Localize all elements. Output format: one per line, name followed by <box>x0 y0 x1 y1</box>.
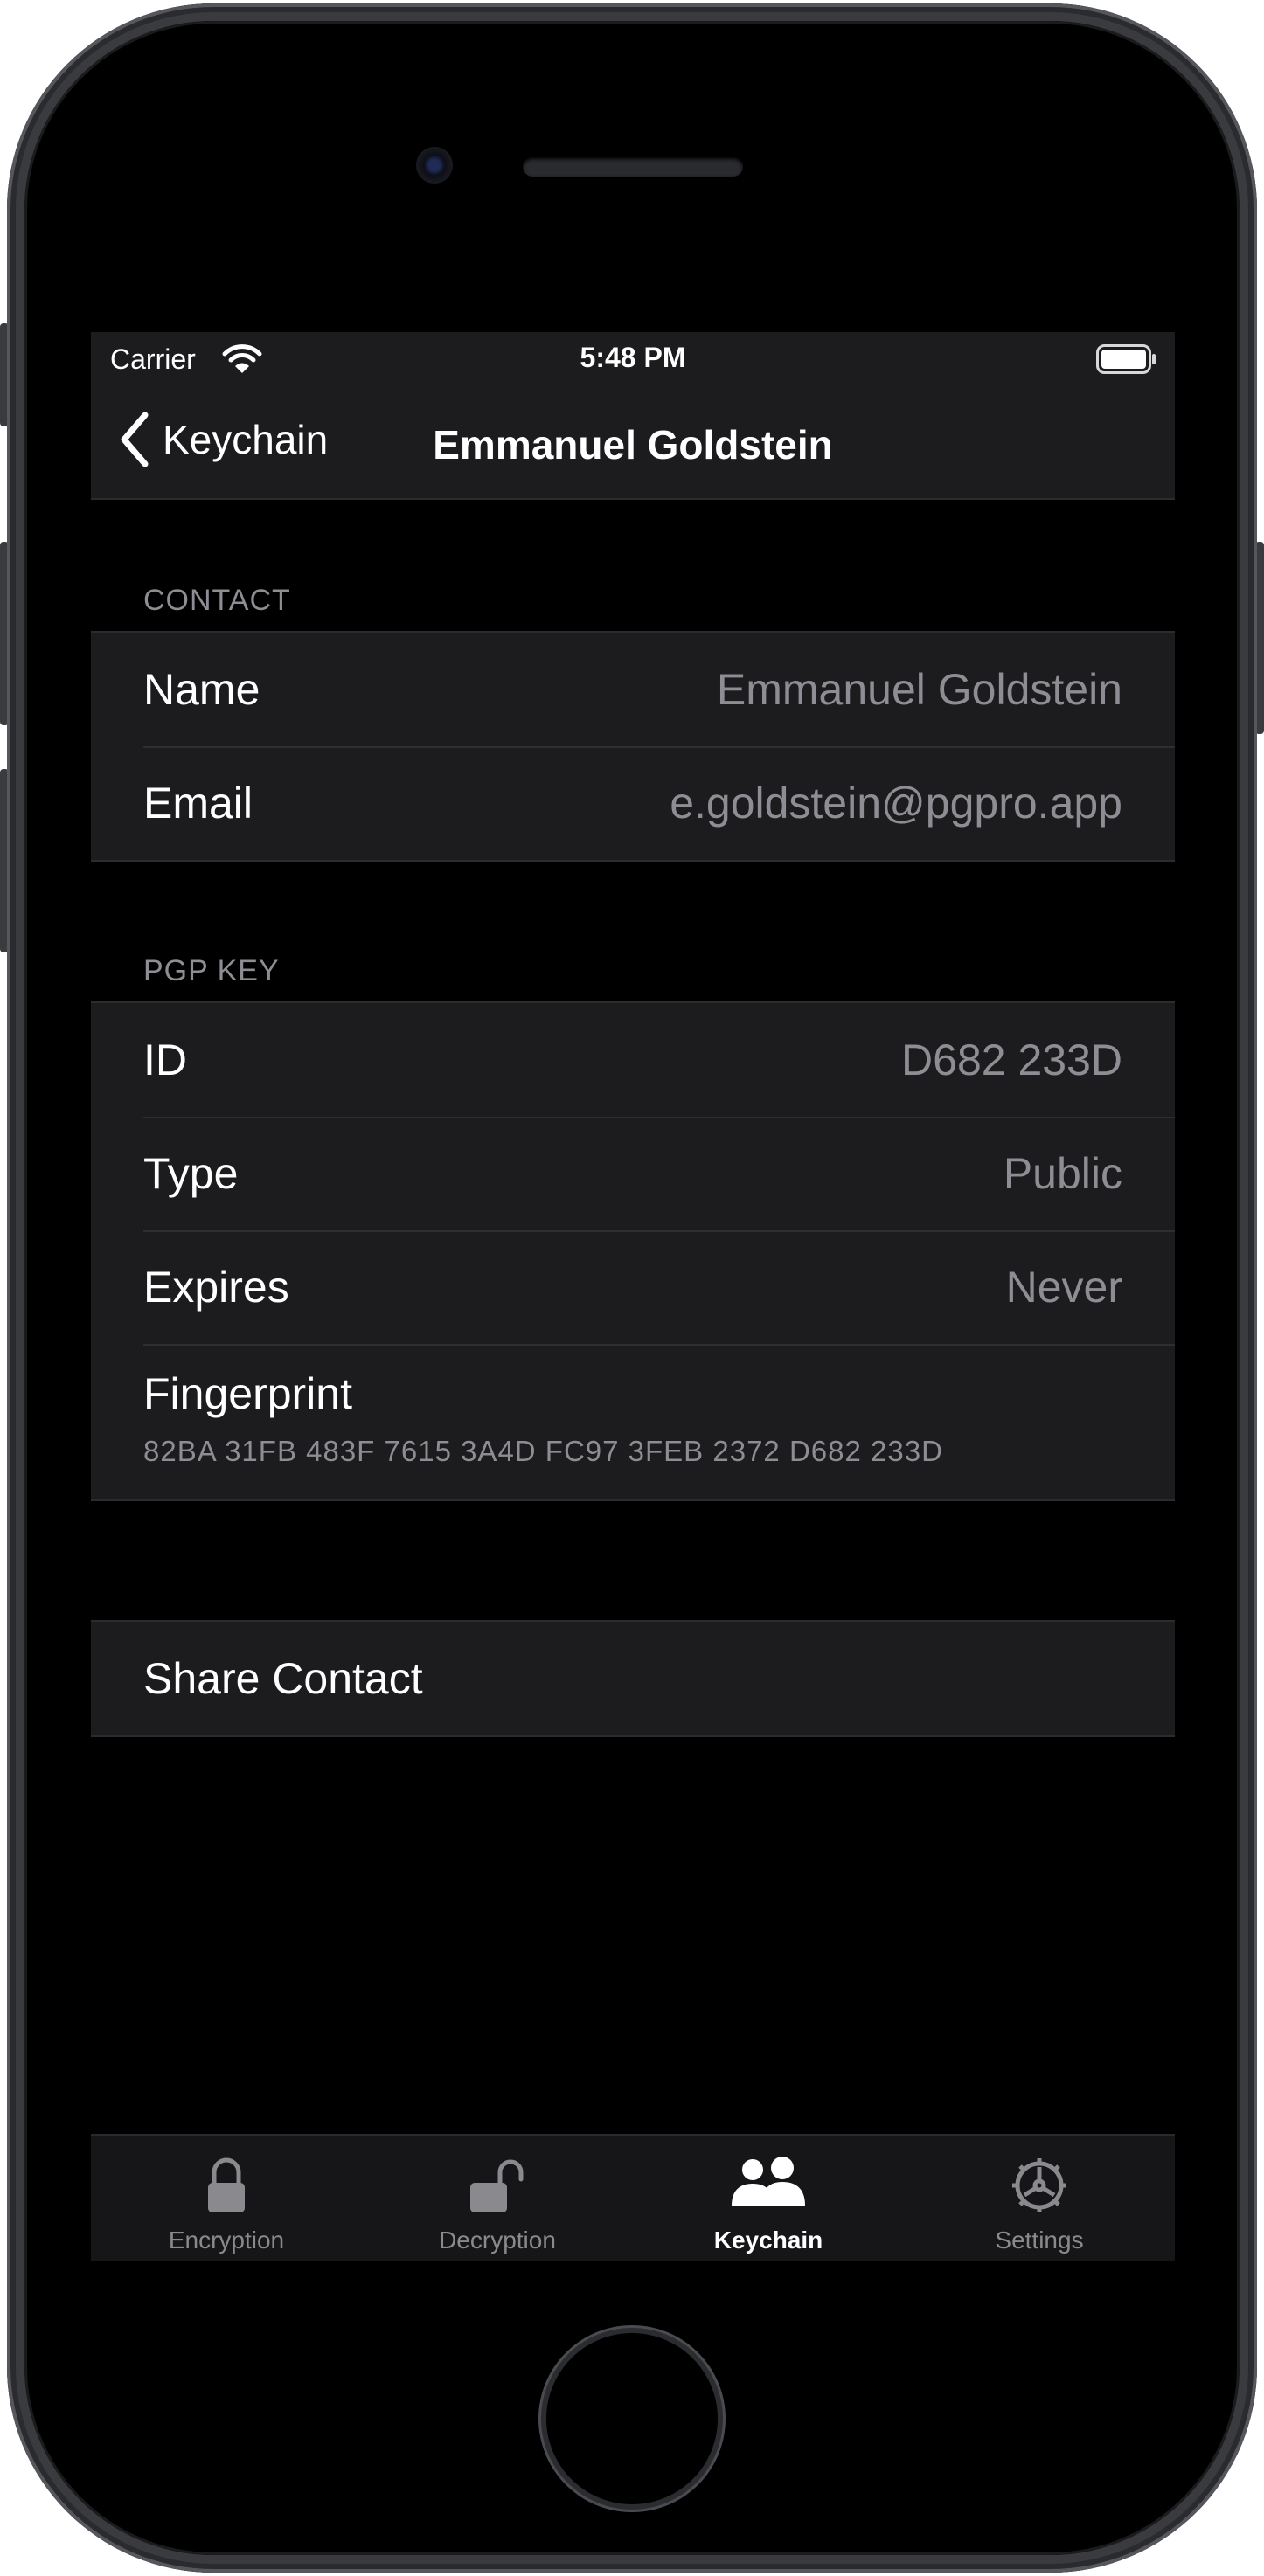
share-contact-label: Share Contact <box>143 1654 423 1703</box>
email-row: Email e.goldstein@pgpro.app <box>91 746 1175 860</box>
share-contact-button[interactable]: Share Contact <box>91 1622 1175 1735</box>
name-label: Name <box>143 665 260 714</box>
key-id-label: ID <box>143 1035 187 1084</box>
key-id-value: D682 233D <box>901 1035 1122 1084</box>
key-expires-row: Expires Never <box>91 1230 1175 1344</box>
tab-encryption[interactable]: Encryption <box>91 2136 362 2261</box>
tab-settings[interactable]: Settings <box>904 2136 1175 2261</box>
people-icon <box>732 2157 805 2206</box>
tab-keychain[interactable]: Keychain <box>633 2136 904 2261</box>
tab-keychain-label: Keychain <box>713 2226 823 2254</box>
unlock-icon <box>470 2159 524 2212</box>
screen: Carrier 5:48 PM Keychain Emmanuel Goldst… <box>91 332 1175 2261</box>
gear-icon <box>1012 2158 1066 2212</box>
name-value: Emmanuel Goldstein <box>716 665 1122 714</box>
battery-icon <box>1096 344 1156 374</box>
fingerprint-row: Fingerprint 82BA 31FB 483F 7615 3A4D FC9… <box>91 1344 1175 1499</box>
key-expires-label: Expires <box>143 1263 289 1312</box>
pgp-key-group: ID D682 233D Type Public Expires Never F… <box>91 1001 1175 1501</box>
fingerprint-label: Fingerprint <box>143 1369 352 1418</box>
phone-device: Carrier 5:48 PM Keychain Emmanuel Goldst… <box>0 0 1264 2576</box>
key-type-value: Public <box>1003 1149 1122 1198</box>
tab-settings-label: Settings <box>995 2226 1084 2254</box>
status-time: 5:48 PM <box>580 342 686 373</box>
page-title: Emmanuel Goldstein <box>433 422 833 467</box>
fingerprint-value: 82BA 31FB 483F 7615 3A4D FC97 3FEB 2372 … <box>143 1435 943 1467</box>
contact-group: Name Emmanuel Goldstein Email e.goldstei… <box>91 631 1175 862</box>
name-row: Name Emmanuel Goldstein <box>91 633 1175 746</box>
earpiece-speaker <box>523 157 743 177</box>
home-button[interactable] <box>546 2333 718 2504</box>
email-label: Email <box>143 779 253 828</box>
key-type-row: Type Public <box>91 1117 1175 1230</box>
pgp-key-section-header: PGP KEY <box>143 954 280 987</box>
contact-section-header: CONTACT <box>143 584 291 617</box>
share-group: Share Contact <box>91 1620 1175 1737</box>
lock-icon <box>208 2157 245 2212</box>
tab-decryption-label: Decryption <box>439 2226 556 2254</box>
tab-bar: Encryption Decryption Keychain Settings <box>91 2134 1175 2261</box>
email-value: e.goldstein@pgpro.app <box>670 779 1122 828</box>
navigation-bar: Keychain Emmanuel Goldstein <box>91 384 1175 500</box>
status-bar: Carrier 5:48 PM <box>91 332 1175 384</box>
key-id-row: ID D682 233D <box>91 1003 1175 1117</box>
key-expires-value: Never <box>1005 1263 1122 1312</box>
tab-encryption-label: Encryption <box>168 2226 285 2254</box>
front-camera <box>416 147 453 184</box>
tab-decryption[interactable]: Decryption <box>362 2136 633 2261</box>
key-type-label: Type <box>143 1149 239 1198</box>
